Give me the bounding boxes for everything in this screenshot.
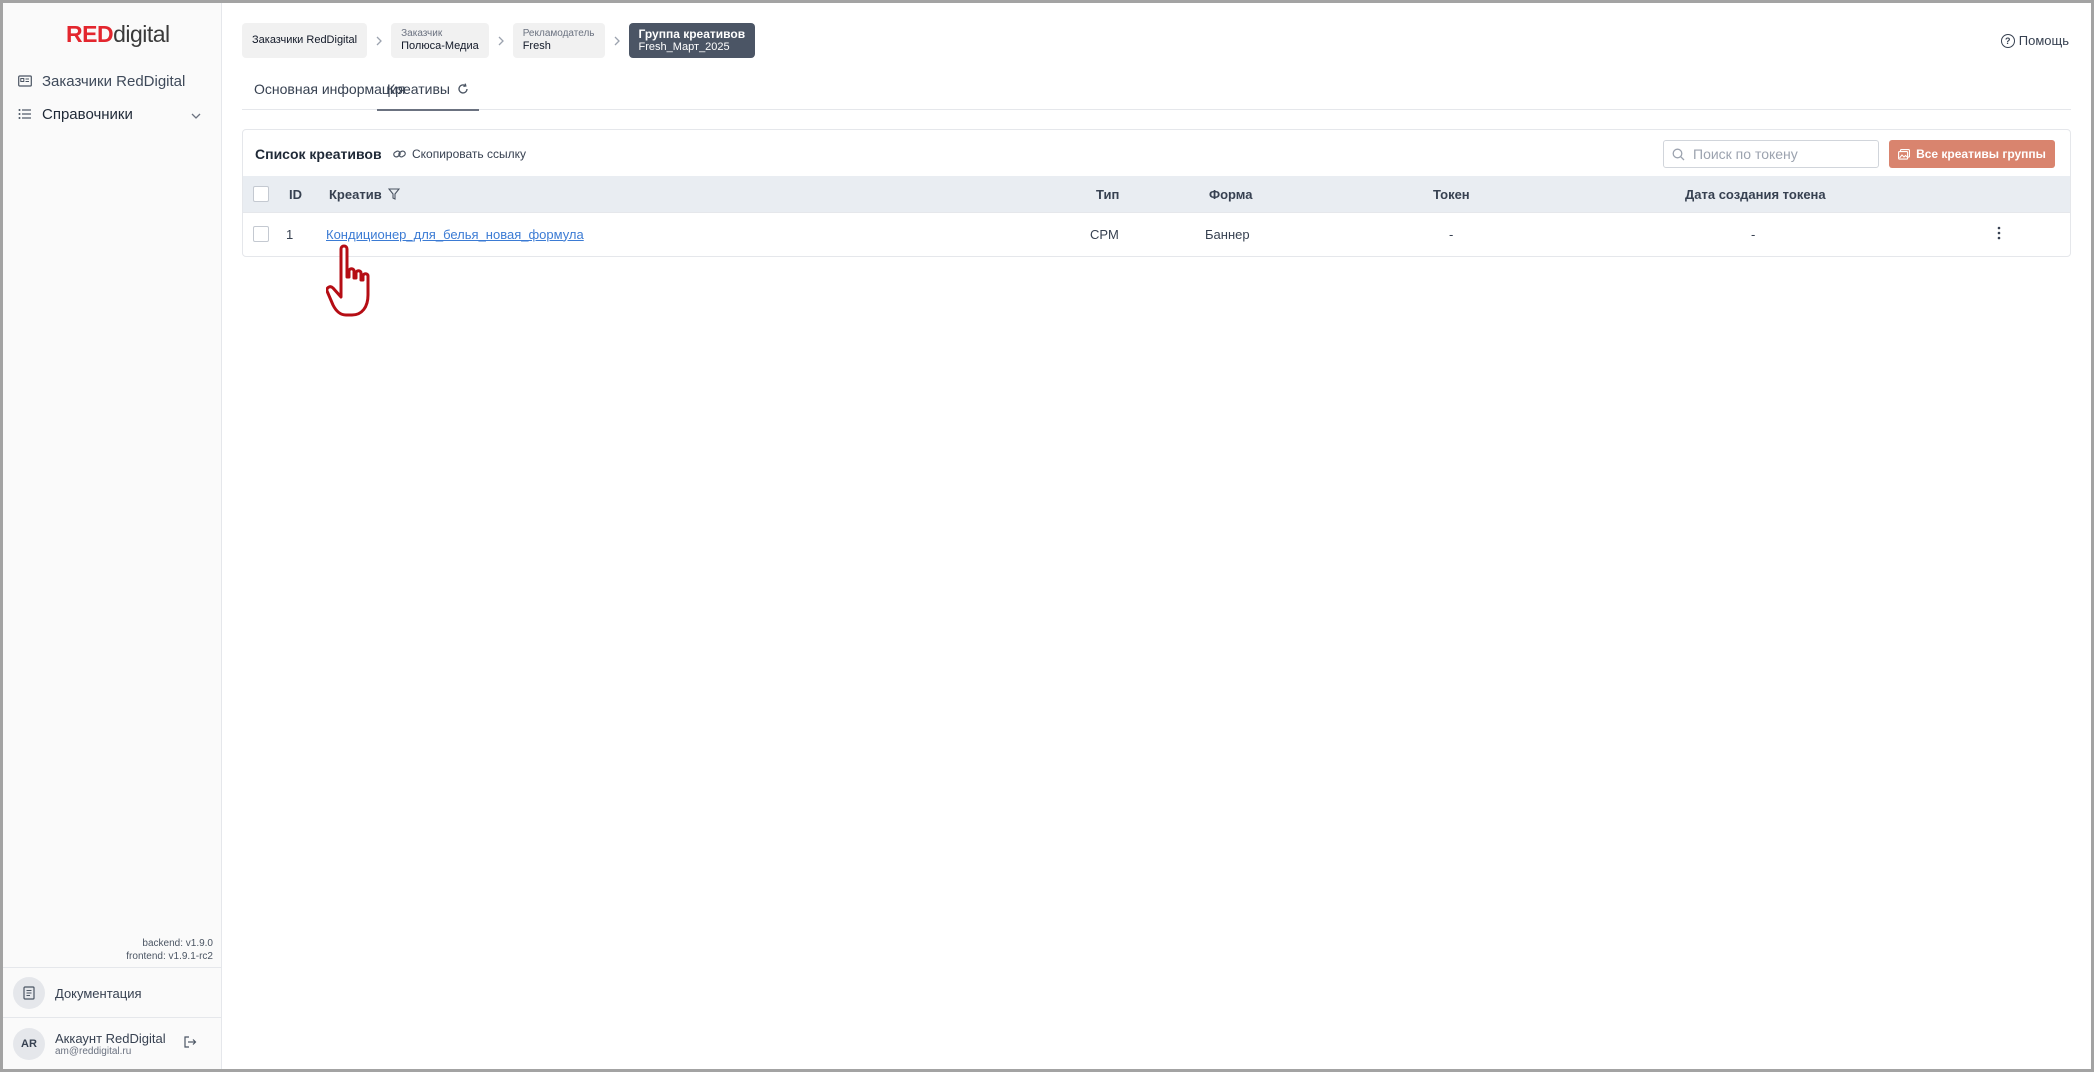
logo-red-text: RED: [66, 21, 114, 47]
row-token-date: -: [1751, 226, 1756, 242]
sidebar-item-label: Справочники: [42, 105, 133, 123]
breadcrumb-caption: Заказчик: [401, 28, 443, 39]
column-creative-label: Креатив: [329, 186, 382, 202]
id-card-icon: [17, 73, 33, 89]
breadcrumb-creative-group[interactable]: Группа креативов Fresh_Март_2025: [628, 23, 756, 58]
chevron-right-icon: [605, 36, 629, 46]
row-id: 1: [286, 226, 294, 242]
column-token[interactable]: Токен: [1433, 176, 1470, 212]
kebab-menu-icon: [1997, 226, 2001, 243]
help-link[interactable]: ? Помощь: [2000, 33, 2069, 48]
token-search-input[interactable]: [1691, 145, 1875, 163]
breadcrumb-label: Полюса-Медиа: [401, 40, 479, 52]
chevron-down-icon: [191, 106, 201, 123]
tab-label: Креативы: [387, 81, 450, 97]
table-row: 1 Кондиционер_для_белья_новая_формула CP…: [243, 212, 2070, 255]
all-creatives-label: Все креативы группы: [1916, 147, 2046, 161]
backend-version: backend: v1.9.0: [142, 938, 213, 949]
document-icon: [13, 977, 45, 1009]
documentation-label: Документация: [55, 985, 142, 1001]
account-name: Аккаунт RedDigital: [55, 1030, 166, 1046]
chevron-right-icon: [489, 36, 513, 46]
search-icon: [1672, 148, 1685, 161]
row-form: Баннер: [1205, 226, 1250, 242]
sidebar-divider: [3, 967, 221, 968]
link-icon: [393, 149, 406, 159]
all-group-creatives-button[interactable]: Все креативы группы: [1889, 140, 2055, 168]
breadcrumb-caption: Группа креативов: [638, 27, 746, 41]
token-search-box[interactable]: [1663, 140, 1879, 168]
breadcrumb-caption: Рекламодатель: [522, 28, 595, 39]
creative-name[interactable]: Кондиционер_для_белья_новая_формула: [326, 227, 584, 242]
documentation-link[interactable]: Документация: [13, 975, 142, 1011]
copy-link-button[interactable]: Скопировать ссылку: [393, 147, 526, 161]
app-window: REDdigital Заказчики RedDigital Справочн…: [0, 0, 2094, 1072]
tab-bar: Основная информация Креативы: [242, 69, 2071, 111]
column-token-date[interactable]: Дата создания токена: [1685, 176, 1826, 212]
panel-title: Список креативов: [255, 146, 382, 162]
chevron-right-icon: [367, 36, 391, 46]
column-type[interactable]: Тип: [1096, 176, 1119, 212]
images-icon: [1898, 148, 1911, 160]
breadcrumb-customers[interactable]: Заказчики RedDigital: [242, 23, 368, 58]
sidebar-divider: [3, 1017, 221, 1018]
frontend-version: frontend: v1.9.1-rc2: [126, 951, 213, 962]
sidebar-item-customers[interactable]: Заказчики RedDigital: [17, 66, 207, 96]
breadcrumb-customer[interactable]: Заказчик Полюса-Медиа: [391, 23, 489, 58]
breadcrumb-advertiser[interactable]: Рекламодатель Fresh: [512, 23, 605, 58]
row-checkbox[interactable]: [253, 213, 269, 255]
logo[interactable]: REDdigital: [66, 21, 170, 48]
breadcrumb-label: Fresh_Март_2025: [638, 41, 730, 53]
column-form[interactable]: Форма: [1209, 176, 1252, 212]
version-info: backend: v1.9.0 frontend: v1.9.1-rc2: [126, 937, 213, 963]
filter-icon[interactable]: [387, 188, 400, 200]
account-email: am@reddigital.ru: [55, 1045, 132, 1057]
refresh-icon[interactable]: [457, 83, 469, 95]
tab-creatives[interactable]: Креативы: [377, 69, 479, 111]
row-token: -: [1449, 226, 1454, 242]
copy-link-label: Скопировать ссылку: [412, 147, 527, 161]
hand-pointer-cursor-icon: [325, 243, 382, 328]
account-info[interactable]: AR Аккаунт RedDigital am@reddigital.ru: [13, 1025, 166, 1063]
select-all-checkbox[interactable]: [253, 176, 269, 212]
row-actions-menu[interactable]: [1997, 213, 2001, 255]
breadcrumb: Заказчики RedDigital Заказчик Полюса-Мед…: [242, 23, 756, 58]
main-content: Заказчики RedDigital Заказчик Полюса-Мед…: [222, 3, 2091, 1069]
avatar: AR: [13, 1028, 45, 1060]
column-id[interactable]: ID: [289, 176, 302, 212]
creatives-panel: Список креативов Скопировать ссылку Все …: [242, 129, 2071, 257]
breadcrumb-label: Fresh: [522, 40, 551, 52]
breadcrumb-label: Заказчики RedDigital: [252, 34, 358, 46]
logout-icon[interactable]: [183, 1035, 197, 1054]
sidebar: REDdigital Заказчики RedDigital Справочн…: [3, 3, 222, 1069]
question-circle-icon: ?: [2000, 33, 2015, 48]
list-icon: [17, 106, 33, 122]
column-creative[interactable]: Креатив: [329, 176, 400, 212]
table-header: ID Креатив Тип Форма Токен Дата создания…: [243, 176, 2070, 212]
sidebar-item-directories[interactable]: Справочники: [17, 99, 207, 129]
sidebar-item-label: Заказчики RedDigital: [42, 72, 186, 90]
help-label: Помощь: [2018, 33, 2069, 48]
row-type: CPM: [1090, 226, 1119, 242]
logo-rest-text: digital: [113, 21, 170, 47]
